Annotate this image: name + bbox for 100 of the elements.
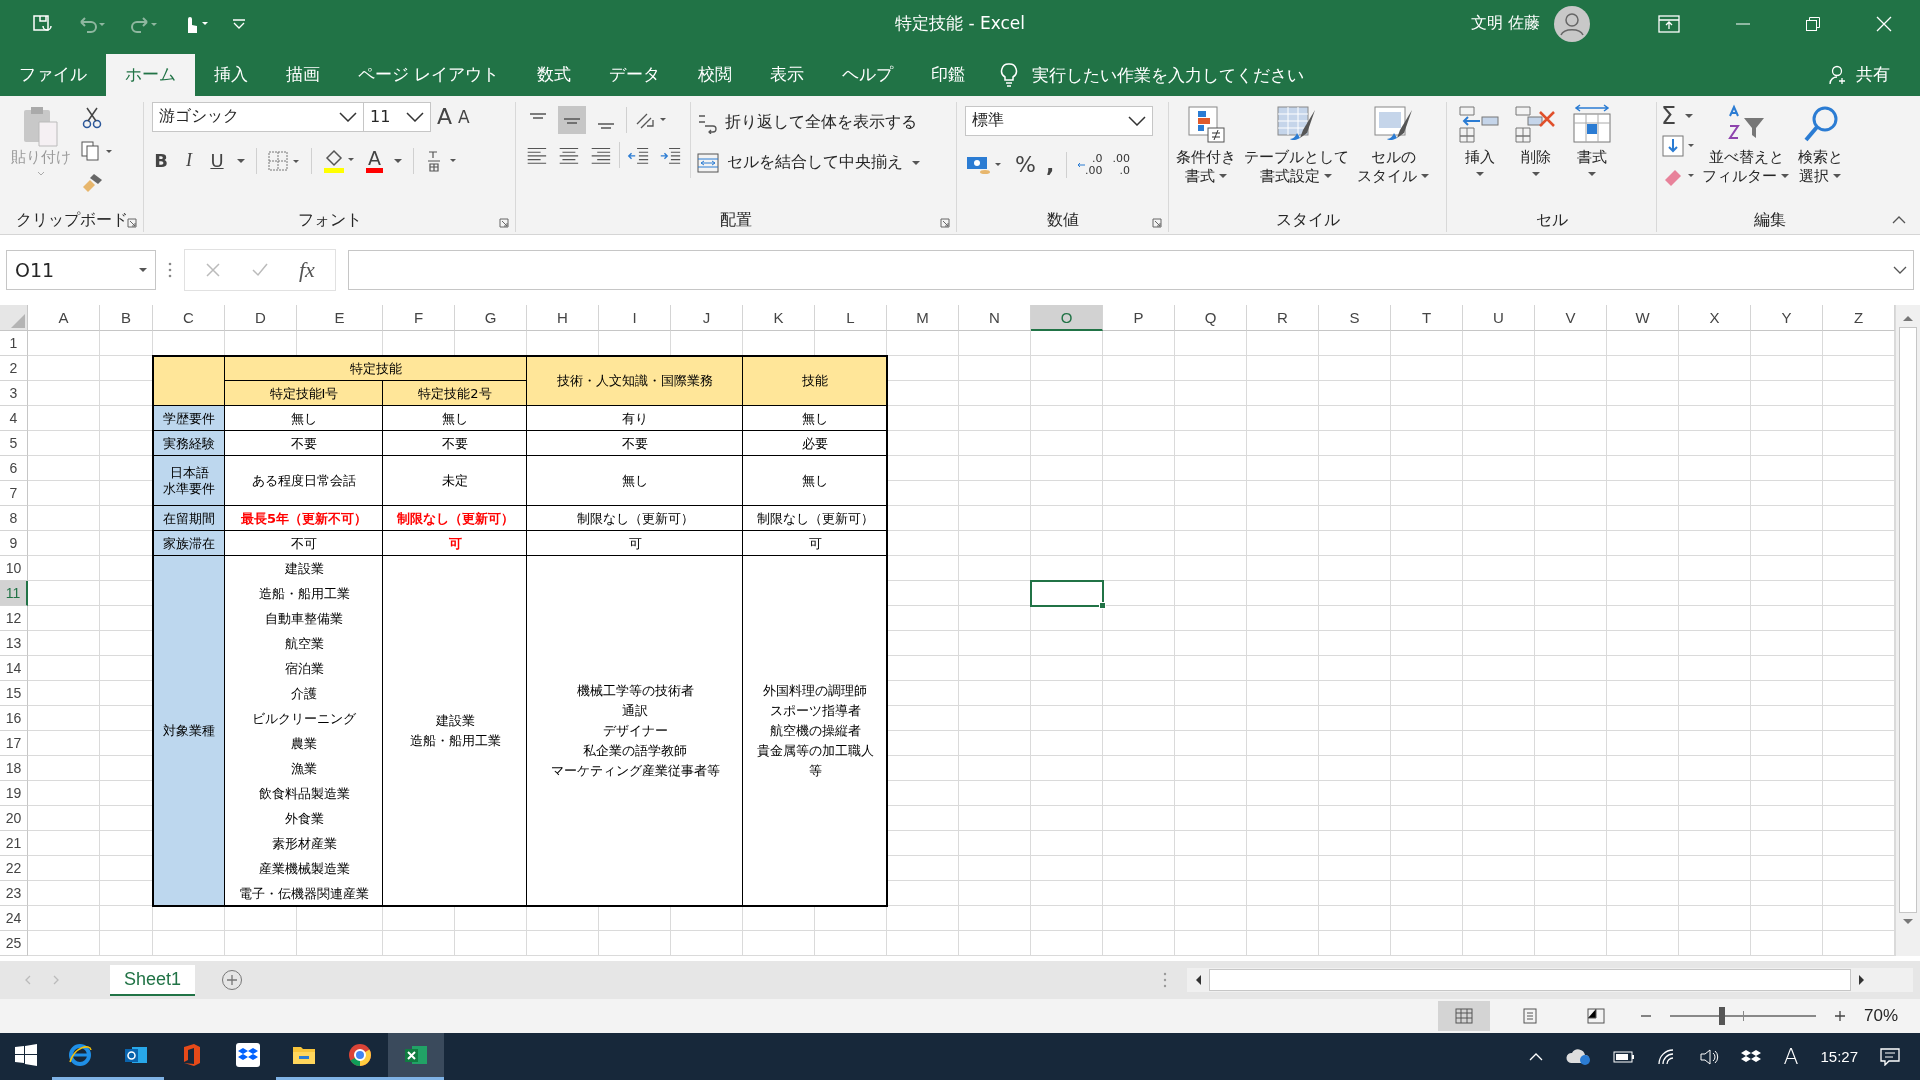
bold-button[interactable]: B (152, 150, 170, 172)
column-header[interactable]: Z (1823, 305, 1895, 332)
column-header[interactable]: P (1103, 305, 1175, 332)
row-header[interactable]: 23 (0, 881, 28, 907)
grow-font-button[interactable]: A (437, 104, 453, 130)
row-header[interactable]: 19 (0, 781, 28, 807)
column-header[interactable]: B (100, 305, 153, 332)
row-header[interactable]: 18 (0, 756, 28, 782)
italic-button[interactable]: I (180, 150, 198, 172)
number-format-dropdown[interactable]: 標準 (965, 105, 1153, 136)
ribbon-tab[interactable]: ファイル (0, 53, 106, 96)
column-header[interactable]: O (1031, 305, 1103, 332)
column-header[interactable]: V (1535, 305, 1607, 332)
percent-button[interactable]: % (1015, 152, 1036, 178)
avatar-icon[interactable] (1554, 5, 1590, 42)
view-button[interactable] (1438, 1001, 1490, 1032)
caret-icon[interactable] (1420, 173, 1430, 179)
caret-icon[interactable] (1832, 173, 1842, 179)
font-name-dropdown[interactable]: 游ゴシック (152, 101, 364, 132)
wrap-text-button[interactable]: 折り返して全体を表示する (697, 107, 921, 138)
name-box[interactable]: O11 (6, 250, 156, 291)
collapse-ribbon-icon[interactable] (1892, 216, 1906, 225)
zoom-slider-thumb[interactable] (1719, 1007, 1725, 1026)
column-header[interactable]: K (743, 305, 815, 332)
column-header[interactable]: L (815, 305, 887, 332)
row-header[interactable]: 6 (0, 456, 28, 482)
row-header[interactable]: 14 (0, 656, 28, 682)
copy-icon[interactable] (80, 139, 114, 162)
align-middle-icon[interactable] (558, 105, 586, 134)
font-size-dropdown[interactable]: 11 (363, 101, 431, 132)
chevron-up-icon[interactable] (1529, 1052, 1544, 1061)
notification-icon[interactable] (1880, 1047, 1900, 1066)
column-header[interactable]: Q (1175, 305, 1247, 332)
row-header[interactable]: 24 (0, 906, 28, 932)
row-header[interactable]: 5 (0, 431, 28, 457)
minimize-icon[interactable] (1736, 22, 1750, 25)
close-icon[interactable] (1876, 15, 1892, 32)
caret-icon[interactable] (1780, 173, 1790, 179)
dialog-launcher-icon[interactable] (127, 218, 137, 229)
ribbon-tab[interactable]: 校閲 (679, 53, 752, 96)
add-sheet-icon[interactable] (221, 969, 244, 992)
tell-me-field[interactable]: 実行したい作業を入力してください (1032, 64, 1363, 85)
column-header[interactable]: S (1319, 305, 1391, 332)
row-header[interactable]: 4 (0, 406, 28, 432)
scissors-icon[interactable] (80, 105, 104, 130)
cloud-icon[interactable] (1565, 1047, 1592, 1066)
sheet-tab[interactable]: Sheet1 (110, 964, 196, 996)
ribbon-tab[interactable]: 挿入 (195, 53, 267, 96)
column-header[interactable]: E (297, 305, 383, 332)
styles-button[interactable]: 条件付き 書式 (1173, 101, 1239, 188)
chevron-down-icon[interactable] (1128, 115, 1146, 126)
font-color-button[interactable]: A (366, 148, 383, 174)
insert-function-button[interactable]: fx (299, 257, 315, 284)
autosave-icon[interactable] (32, 13, 54, 34)
row-header[interactable]: 13 (0, 631, 28, 657)
ribbon-tab[interactable]: ホーム (106, 53, 195, 96)
ribbon-tab[interactable]: 数式 (518, 53, 591, 96)
column-header[interactable]: T (1391, 305, 1463, 332)
formula-input[interactable] (347, 250, 1914, 291)
horizontal-scrollbar[interactable] (1187, 968, 1914, 993)
clock[interactable]: 15:27 (1820, 1048, 1858, 1065)
row-header[interactable]: 3 (0, 381, 28, 407)
row-header[interactable]: 7 (0, 481, 28, 507)
caret-icon[interactable] (393, 157, 403, 164)
ribbon-tab[interactable]: 表示 (751, 53, 824, 96)
chevron-down-icon[interactable] (406, 111, 424, 122)
speaker-icon[interactable] (1699, 1047, 1720, 1066)
increase-decimal-button[interactable]: .0 .00 (1076, 152, 1103, 177)
cells-button[interactable]: 挿入 (1455, 101, 1505, 179)
battery-icon[interactable] (1613, 1049, 1636, 1064)
caret-icon[interactable] (1323, 173, 1333, 179)
autosum-button[interactable]: Σ (1661, 103, 1677, 128)
ribbon-tab[interactable]: 描画 (267, 53, 339, 96)
cells-button[interactable]: 削除 (1511, 101, 1561, 179)
column-header[interactable]: A (28, 305, 100, 332)
editing-button[interactable]: 並べ替えと フィルター (1699, 101, 1793, 188)
customize-caret-icon[interactable] (232, 17, 246, 30)
share-button[interactable]: 共有 (1856, 63, 1890, 87)
row-header[interactable]: 17 (0, 731, 28, 757)
caret-icon[interactable] (1475, 170, 1485, 177)
underline-button[interactable]: U (208, 150, 226, 172)
editing-button[interactable]: 検索と 選択 (1795, 101, 1846, 188)
scroll-right-icon[interactable] (1859, 975, 1866, 986)
column-header[interactable]: I (599, 305, 671, 332)
caret-icon[interactable] (139, 267, 147, 273)
ribbon-display-icon[interactable] (1658, 14, 1680, 33)
chevron-down-icon[interactable] (339, 111, 357, 122)
scroll-left-icon[interactable] (1195, 975, 1202, 986)
row-header[interactable]: 2 (0, 356, 28, 382)
row-header[interactable]: 1 (0, 331, 28, 357)
scroll-down-icon[interactable] (1903, 919, 1913, 926)
column-header[interactable]: F (383, 305, 455, 332)
caret-icon[interactable] (236, 157, 246, 164)
fill-color-icon[interactable] (322, 147, 356, 174)
active-cell[interactable] (1030, 580, 1104, 608)
column-header[interactable]: X (1679, 305, 1751, 332)
dialog-launcher-icon[interactable] (499, 218, 509, 229)
caret-icon[interactable] (1531, 170, 1541, 177)
row-header[interactable]: 10 (0, 556, 28, 582)
column-header[interactable]: G (455, 305, 527, 332)
